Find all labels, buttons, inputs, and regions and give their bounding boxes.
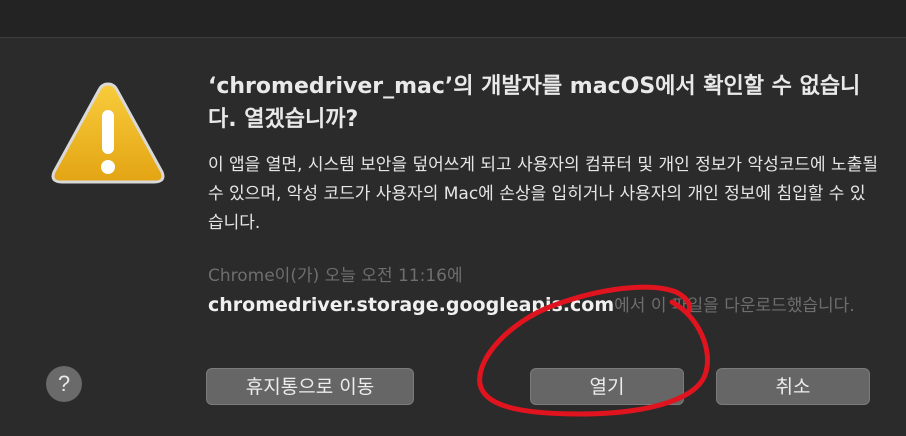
warning-icon — [48, 78, 168, 188]
help-button[interactable]: ? — [46, 366, 82, 402]
dialog-title: ‘chromedriver_mac’의 개발자를 macOS에서 확인할 수 없… — [208, 74, 861, 132]
open-button[interactable]: 열기 — [530, 368, 684, 405]
move-to-trash-button[interactable]: 휴지통으로 이동 — [206, 368, 414, 405]
download-source-host: chromedriver.storage.googleapis.com — [208, 294, 615, 316]
question-icon: ? — [57, 371, 71, 396]
download-source-prefix: Chrome이(가) 오늘 오전 11:16에 — [208, 266, 463, 286]
dialog-message: 이 앱을 열면, 시스템 보안을 덮어쓰게 되고 사용자의 컴퓨터 및 개인 정… — [208, 155, 878, 233]
download-source-info: Chrome이(가) 오늘 오전 11:16에 chromedriver.sto… — [208, 262, 878, 321]
window-top-bar — [0, 0, 906, 38]
download-source-suffix: 에서 이 파일을 다운로드했습니다. — [614, 296, 855, 316]
cancel-button[interactable]: 취소 — [716, 368, 870, 405]
